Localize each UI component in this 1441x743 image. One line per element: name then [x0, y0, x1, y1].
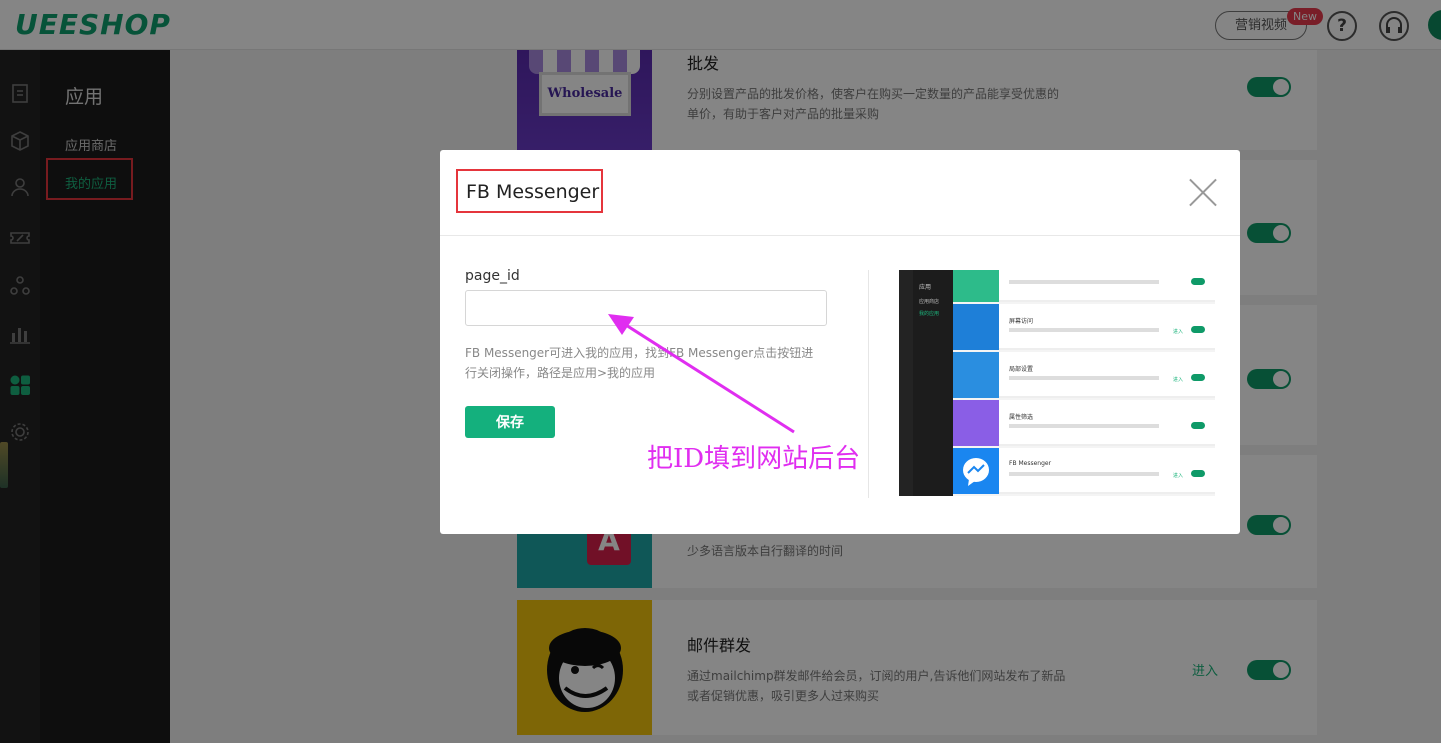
preview-thumb [953, 448, 999, 494]
preview-thumb [953, 352, 999, 398]
preview-row-enter: 进入 [1173, 377, 1184, 383]
help-text: FB Messenger可进入我的应用，找到FB Messenger点击按钮进行… [465, 346, 814, 380]
preview-row-title: 局部设置 [1009, 366, 1034, 373]
modal-divider [868, 270, 869, 498]
preview-toggle [1191, 374, 1205, 381]
close-icon[interactable] [1186, 176, 1220, 210]
preview-row: 属性筛选 [953, 400, 1215, 446]
preview-menu-title: 应用 [919, 284, 932, 291]
annotation-text: 把ID填到网站后台 [647, 444, 861, 474]
messenger-icon [963, 458, 989, 486]
preview-toggle [1191, 326, 1205, 333]
preview-row-desc [1009, 280, 1159, 284]
preview-row-enter: 进入 [1173, 329, 1184, 335]
preview-row-title: 屏幕访问 [1009, 318, 1034, 325]
preview-row-desc [1009, 472, 1159, 476]
preview-thumb [953, 270, 999, 302]
preview-menu-item: 应用商店 [919, 299, 940, 305]
page-id-input[interactable] [465, 290, 827, 326]
preview-row [953, 270, 1215, 302]
preview-thumb [953, 304, 999, 350]
save-button[interactable]: 保存 [465, 406, 555, 438]
preview-row-desc [1009, 376, 1159, 380]
preview-row: 屏幕访问 进入 [953, 304, 1215, 350]
preview-rail [899, 270, 913, 496]
preview-toggle [1191, 422, 1205, 429]
preview-row-title: FB Messenger [1009, 460, 1052, 467]
preview-row: 局部设置 进入 [953, 352, 1215, 398]
preview-row-title: 属性筛选 [1009, 414, 1034, 421]
preview-screenshot: 应用 应用商店 我的应用 屏幕访问 进入 局部设置 进入 属性筛选 FB Mes… [899, 270, 1215, 496]
modal-header: FB Messenger [440, 150, 1240, 236]
preview-row: FB Messenger 进入 [953, 448, 1215, 494]
preview-thumb [953, 400, 999, 446]
page-id-label: page_id [465, 268, 520, 284]
preview-row-enter: 进入 [1173, 473, 1184, 479]
preview-toggle [1191, 278, 1205, 285]
preview-menu: 应用 应用商店 我的应用 [913, 270, 953, 496]
preview-row-desc [1009, 328, 1159, 332]
highlight-box-title [456, 169, 603, 213]
preview-row-desc [1009, 424, 1159, 428]
preview-menu-item: 我的应用 [919, 311, 940, 317]
preview-toggle [1191, 470, 1205, 477]
fb-messenger-modal: FB Messenger page_id FB Messenger可进入我的应用… [440, 150, 1240, 534]
